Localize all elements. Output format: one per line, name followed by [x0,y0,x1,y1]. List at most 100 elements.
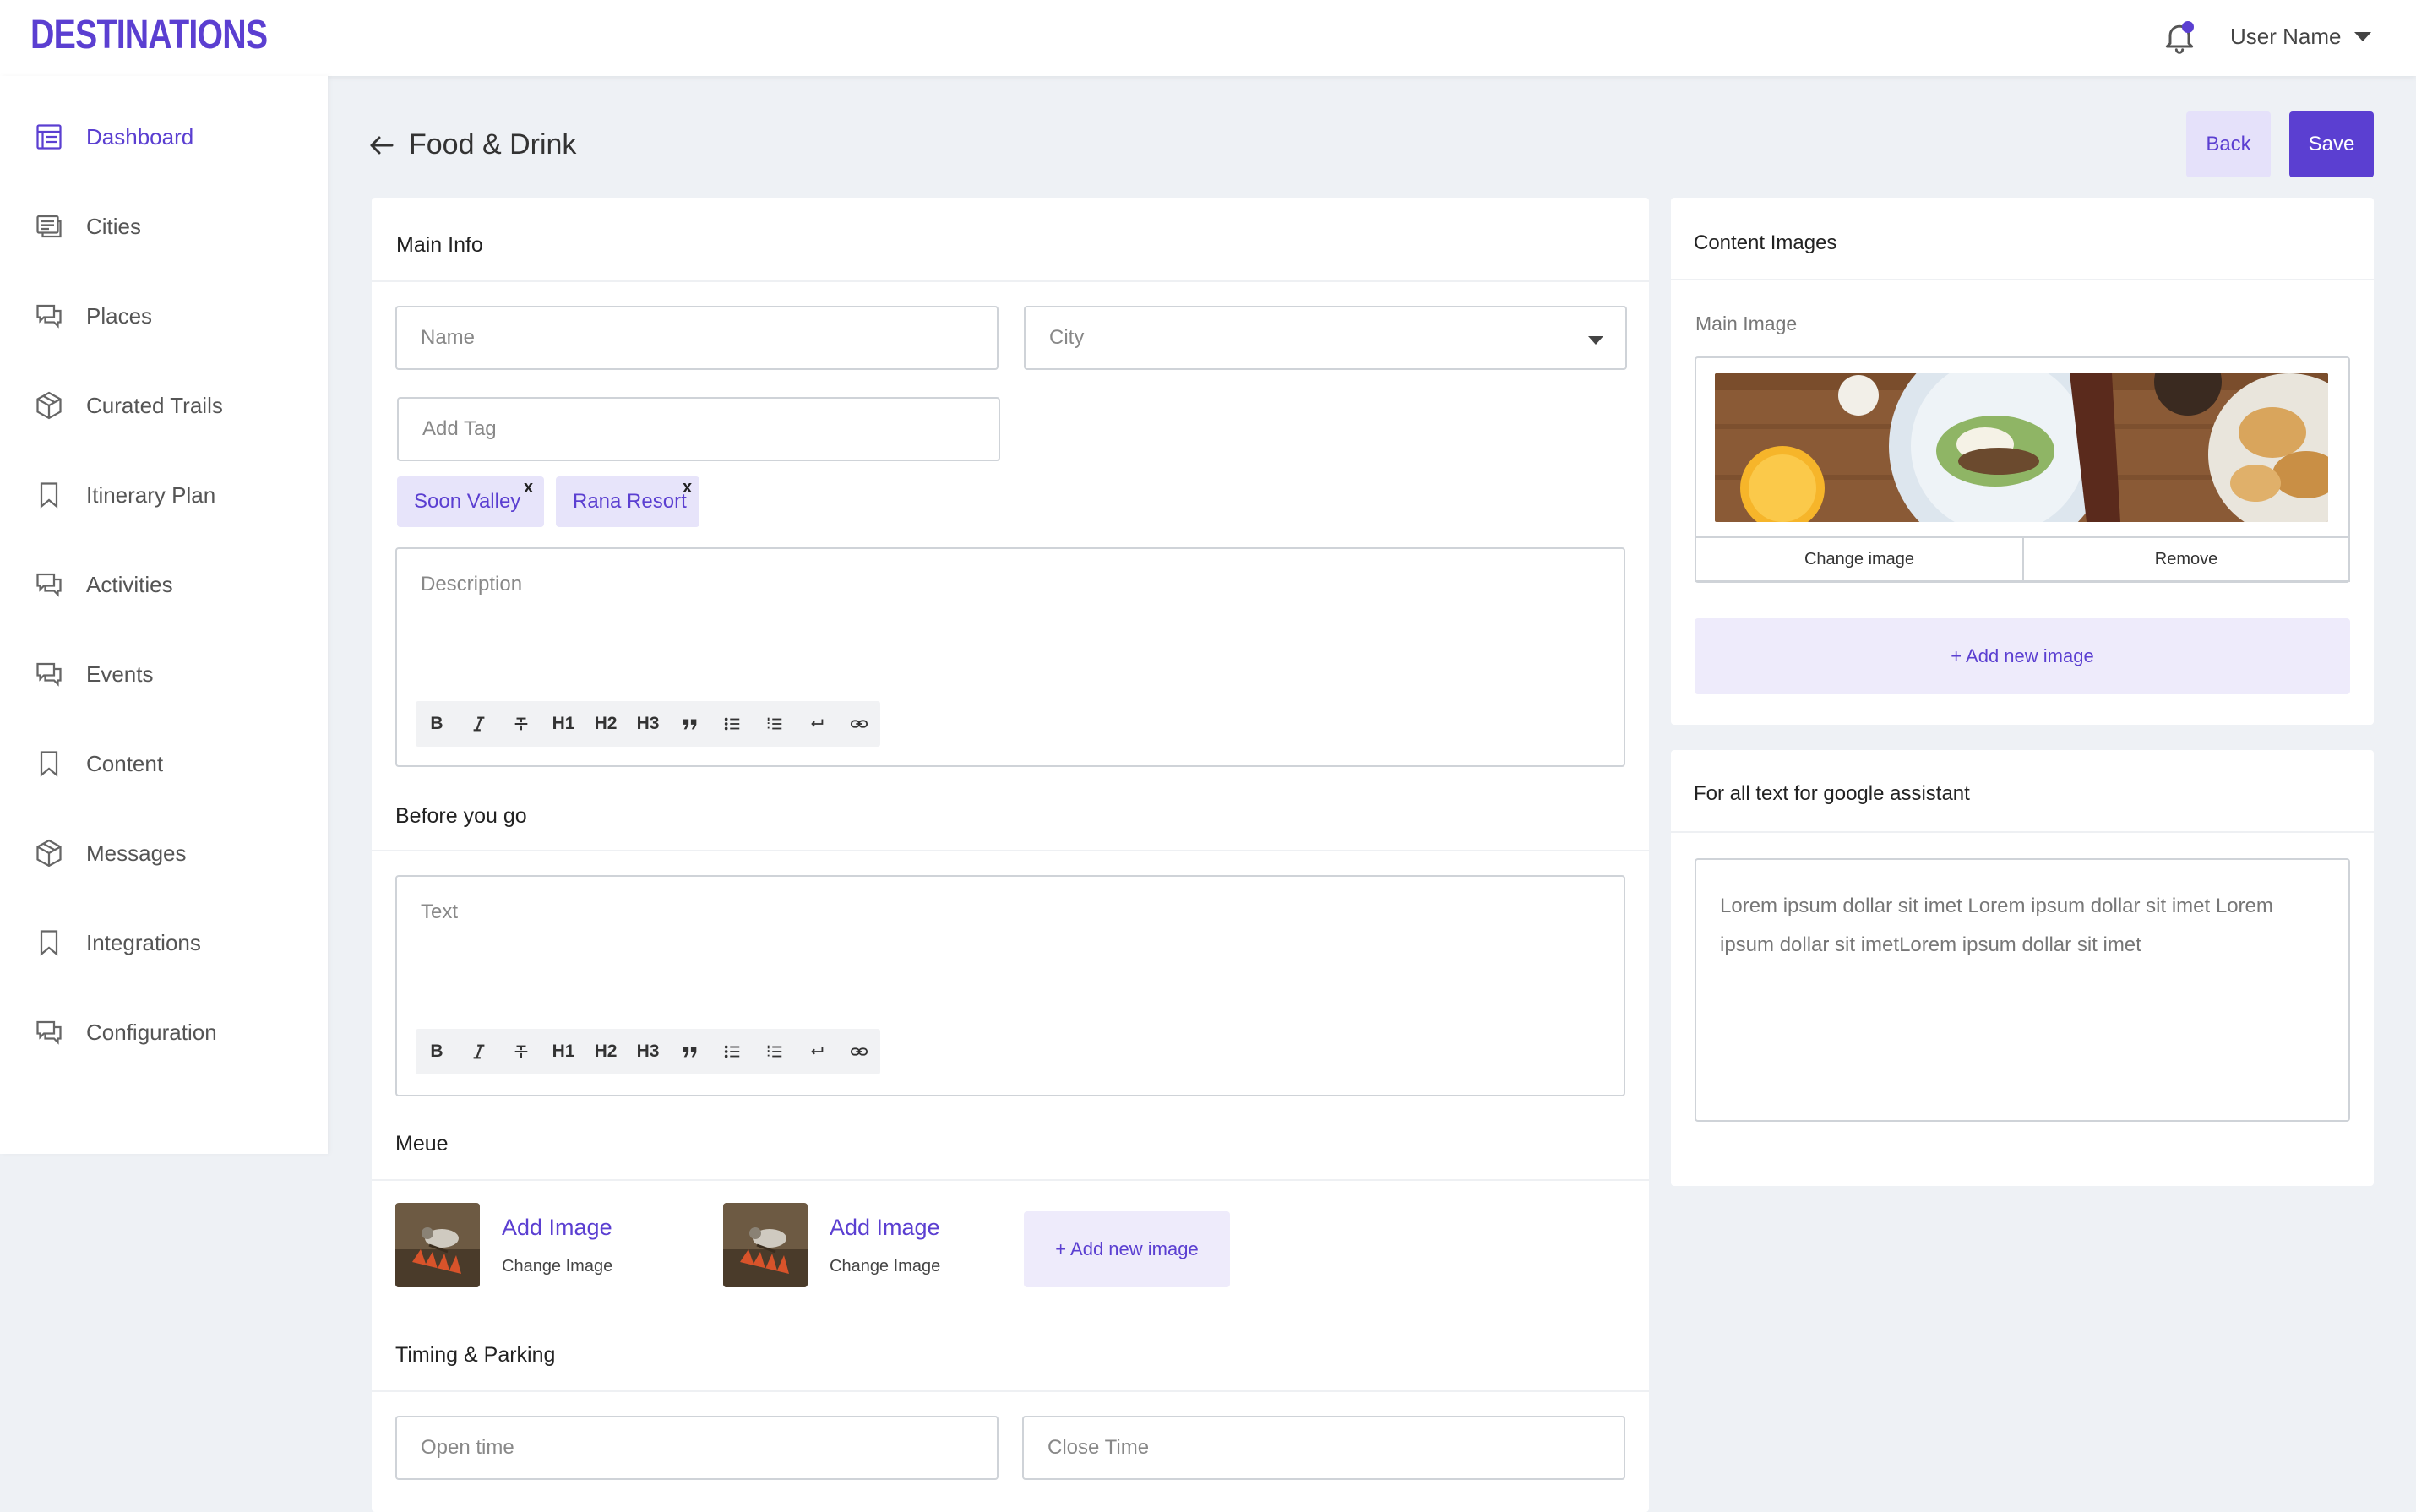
sidebar-item-dashboard[interactable]: Dashboard [0,103,328,171]
bold-button[interactable]: B [416,1029,458,1074]
divider [1671,279,2374,280]
name-input[interactable]: Name [395,306,999,370]
h2-button[interactable]: H2 [585,1029,627,1074]
quote-icon [683,719,697,730]
chevron-down-icon[interactable] [2354,32,2371,41]
quote-button[interactable] [669,701,711,747]
dashboard-icon [36,124,62,150]
numbered-list-button[interactable] [754,701,796,747]
main-image-label: Main Image [1695,313,1798,334]
main-form-card [372,198,1649,1512]
sidebar-item-messages[interactable]: Messages [0,819,328,887]
line-break-button[interactable] [796,701,838,747]
link-icon [850,720,868,728]
bold-button[interactable]: B [416,701,458,747]
box-icon [36,839,62,867]
sidebar-item-itinerary-plan[interactable]: Itinerary Plan [0,461,328,529]
add-tag-input[interactable]: Add Tag [397,397,1000,461]
bird-image [395,1203,480,1287]
save-button[interactable]: Save [2289,111,2374,177]
quote-icon [683,1047,697,1058]
user-name[interactable]: User Name [2230,24,2341,50]
remove-image-button[interactable]: Remove [2022,536,2350,582]
top-bar: DESTINATIONS User Name [0,0,2416,76]
sidebar-item-label: Configuration [86,1019,217,1045]
menu-title: Meue [395,1132,449,1156]
notification-dot [2182,21,2194,33]
back-button[interactable]: Back [2186,111,2271,177]
tag-label: Soon Valley [414,490,521,513]
tag-placeholder: Add Tag [422,417,497,440]
strikethrough-button[interactable] [500,701,542,747]
bookmark-icon [40,482,58,509]
tag-remove-button[interactable]: x [524,478,533,498]
sidebar-item-integrations[interactable]: Integrations [0,909,328,976]
arrow-left-icon[interactable] [365,130,399,160]
change-image-button[interactable]: Change image [1695,536,2024,582]
sidebar-item-label: Messages [86,840,187,866]
divider [372,1390,1649,1392]
change-image-link[interactable]: Change Image [830,1257,940,1276]
divider [1671,831,2374,833]
h3-button[interactable]: H3 [627,701,669,747]
before-you-go-editor[interactable]: Text B H1 H2 H3 [395,875,1625,1096]
bullet-list-icon [724,717,740,731]
text-placeholder: Text [421,900,459,923]
sidebar-item-label: Curated Trails [86,392,223,418]
sidebar-item-cities[interactable]: Cities [0,193,328,260]
chat-icon [36,1020,62,1045]
menu-thumbnail [723,1203,808,1287]
sidebar-item-curated-trails[interactable]: Curated Trails [0,372,328,439]
bullet-list-button[interactable] [711,701,754,747]
h2-button[interactable]: H2 [585,701,627,747]
strikethrough-button[interactable] [500,1029,542,1074]
chat-icon [36,304,62,329]
link-icon [850,1047,868,1056]
h1-button[interactable]: H1 [542,701,585,747]
quote-button[interactable] [669,1029,711,1074]
close-time-input[interactable]: Close Time [1022,1416,1625,1480]
sidebar-item-content[interactable]: Content [0,730,328,797]
add-new-image-button[interactable]: + Add new image [1024,1211,1230,1287]
numbered-list-icon [767,1045,782,1058]
chat-icon [36,662,62,687]
close-time-placeholder: Close Time [1047,1436,1150,1459]
city-select[interactable]: City [1024,306,1627,370]
open-time-input[interactable]: Open time [395,1416,999,1480]
google-assistant-title: For all text for google assistant [1694,782,1970,805]
add-image-link[interactable]: Add Image [502,1215,612,1241]
return-icon [811,719,824,727]
bookmark-icon [40,930,58,956]
link-button[interactable] [838,701,880,747]
add-image-link[interactable]: Add Image [830,1215,940,1241]
add-new-image-button[interactable]: + Add new image [1695,618,2350,694]
change-image-link[interactable]: Change Image [502,1257,612,1276]
google-assistant-textarea[interactable]: Lorem ipsum dollar sit imet Lorem ipsum … [1695,858,2350,1122]
line-break-button[interactable] [796,1029,838,1074]
sidebar-item-activities[interactable]: Activities [0,551,328,618]
link-button[interactable] [838,1029,880,1074]
bookmark-icon [40,751,58,777]
italic-button[interactable] [458,1029,500,1074]
divider [372,850,1649,851]
bullet-list-button[interactable] [711,1029,754,1074]
description-editor[interactable]: Description B H1 H2 H3 [395,547,1625,767]
sidebar-item-label: Events [86,661,154,687]
h3-button[interactable]: H3 [627,1029,669,1074]
tag-chip: Rana Resort [556,476,699,527]
app-logo[interactable]: DESTINATIONS [30,12,268,58]
h1-button[interactable]: H1 [542,1029,585,1074]
editor-toolbar: B H1 H2 H3 [416,1029,880,1074]
tag-label: Rana Resort [573,490,687,513]
chevron-down-icon [1588,336,1603,345]
city-placeholder: City [1049,326,1085,349]
sidebar-item-label: Itinerary Plan [86,481,216,508]
sidebar-item-events[interactable]: Events [0,640,328,708]
tag-remove-button[interactable]: x [683,478,692,498]
numbered-list-button[interactable] [754,1029,796,1074]
sidebar-item-configuration[interactable]: Configuration [0,998,328,1066]
timing-parking-title: Timing & Parking [395,1343,556,1367]
italic-button[interactable] [458,701,500,747]
sidebar-item-label: Cities [86,213,142,239]
sidebar-item-places[interactable]: Places [0,282,328,350]
